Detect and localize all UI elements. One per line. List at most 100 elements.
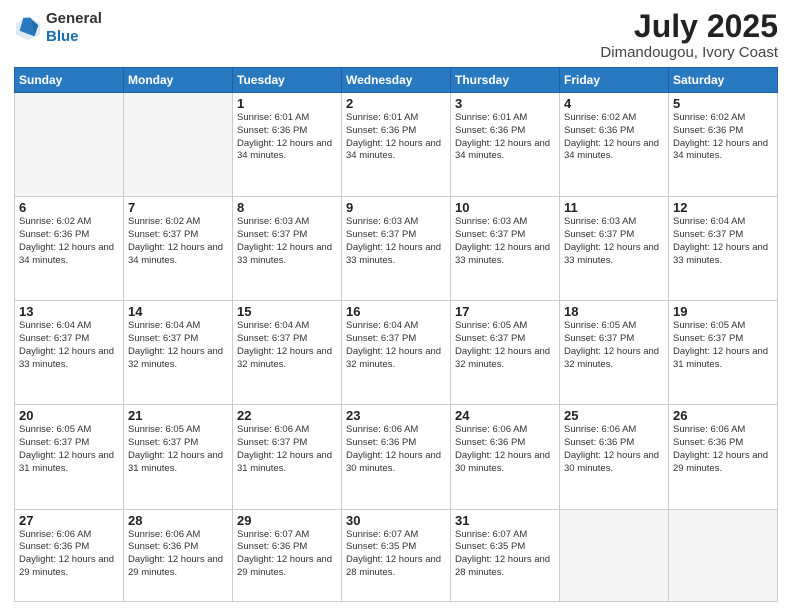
- day-info: Sunrise: 6:01 AMSunset: 6:36 PMDaylight:…: [237, 112, 337, 163]
- day-number: 19: [673, 304, 773, 319]
- logo-general-text: General: [46, 10, 102, 27]
- day-number: 10: [455, 200, 555, 215]
- calendar-cell: 29Sunrise: 6:07 AMSunset: 6:36 PMDayligh…: [233, 509, 342, 601]
- calendar-cell: 12Sunrise: 6:04 AMSunset: 6:37 PMDayligh…: [669, 197, 778, 301]
- calendar-cell: 14Sunrise: 6:04 AMSunset: 6:37 PMDayligh…: [124, 301, 233, 405]
- calendar-cell: 22Sunrise: 6:06 AMSunset: 6:37 PMDayligh…: [233, 405, 342, 509]
- calendar-header-saturday: Saturday: [669, 68, 778, 93]
- calendar-cell: 6Sunrise: 6:02 AMSunset: 6:36 PMDaylight…: [15, 197, 124, 301]
- day-info: Sunrise: 6:04 AMSunset: 6:37 PMDaylight:…: [19, 320, 119, 371]
- day-number: 6: [19, 200, 119, 215]
- day-number: 20: [19, 408, 119, 423]
- page: General Blue July 2025 Dimandougou, Ivor…: [0, 0, 792, 612]
- day-number: 4: [564, 96, 664, 111]
- day-info: Sunrise: 6:05 AMSunset: 6:37 PMDaylight:…: [19, 424, 119, 475]
- logo: General Blue: [14, 10, 102, 46]
- day-info: Sunrise: 6:03 AMSunset: 6:37 PMDaylight:…: [455, 216, 555, 267]
- calendar-cell: 7Sunrise: 6:02 AMSunset: 6:37 PMDaylight…: [124, 197, 233, 301]
- day-info: Sunrise: 6:03 AMSunset: 6:37 PMDaylight:…: [237, 216, 337, 267]
- day-number: 27: [19, 513, 119, 528]
- day-number: 14: [128, 304, 228, 319]
- calendar-header-monday: Monday: [124, 68, 233, 93]
- day-info: Sunrise: 6:02 AMSunset: 6:36 PMDaylight:…: [564, 112, 664, 163]
- calendar-cell: 2Sunrise: 6:01 AMSunset: 6:36 PMDaylight…: [342, 93, 451, 197]
- day-number: 15: [237, 304, 337, 319]
- calendar-cell: 9Sunrise: 6:03 AMSunset: 6:37 PMDaylight…: [342, 197, 451, 301]
- calendar-cell: 25Sunrise: 6:06 AMSunset: 6:36 PMDayligh…: [560, 405, 669, 509]
- calendar-cell: 21Sunrise: 6:05 AMSunset: 6:37 PMDayligh…: [124, 405, 233, 509]
- day-info: Sunrise: 6:05 AMSunset: 6:37 PMDaylight:…: [128, 424, 228, 475]
- day-number: 23: [346, 408, 446, 423]
- logo-icon: [14, 14, 42, 42]
- day-number: 16: [346, 304, 446, 319]
- calendar-cell: [15, 93, 124, 197]
- calendar-cell: 19Sunrise: 6:05 AMSunset: 6:37 PMDayligh…: [669, 301, 778, 405]
- calendar-week-row: 1Sunrise: 6:01 AMSunset: 6:36 PMDaylight…: [15, 93, 778, 197]
- day-info: Sunrise: 6:04 AMSunset: 6:37 PMDaylight:…: [237, 320, 337, 371]
- day-info: Sunrise: 6:05 AMSunset: 6:37 PMDaylight:…: [455, 320, 555, 371]
- calendar-cell: 31Sunrise: 6:07 AMSunset: 6:35 PMDayligh…: [451, 509, 560, 601]
- day-number: 1: [237, 96, 337, 111]
- day-info: Sunrise: 6:03 AMSunset: 6:37 PMDaylight:…: [564, 216, 664, 267]
- day-info: Sunrise: 6:04 AMSunset: 6:37 PMDaylight:…: [128, 320, 228, 371]
- day-info: Sunrise: 6:06 AMSunset: 6:36 PMDaylight:…: [346, 424, 446, 475]
- calendar-cell: 28Sunrise: 6:06 AMSunset: 6:36 PMDayligh…: [124, 509, 233, 601]
- calendar-week-row: 13Sunrise: 6:04 AMSunset: 6:37 PMDayligh…: [15, 301, 778, 405]
- title-block: July 2025 Dimandougou, Ivory Coast: [600, 10, 778, 61]
- day-number: 3: [455, 96, 555, 111]
- calendar-cell: 8Sunrise: 6:03 AMSunset: 6:37 PMDaylight…: [233, 197, 342, 301]
- calendar-cell: 27Sunrise: 6:06 AMSunset: 6:36 PMDayligh…: [15, 509, 124, 601]
- logo-text: General Blue: [46, 10, 102, 46]
- day-info: Sunrise: 6:06 AMSunset: 6:36 PMDaylight:…: [455, 424, 555, 475]
- day-info: Sunrise: 6:04 AMSunset: 6:37 PMDaylight:…: [346, 320, 446, 371]
- day-number: 2: [346, 96, 446, 111]
- month-title: July 2025: [600, 10, 778, 42]
- calendar-week-row: 20Sunrise: 6:05 AMSunset: 6:37 PMDayligh…: [15, 405, 778, 509]
- day-info: Sunrise: 6:02 AMSunset: 6:37 PMDaylight:…: [128, 216, 228, 267]
- calendar-cell: 3Sunrise: 6:01 AMSunset: 6:36 PMDaylight…: [451, 93, 560, 197]
- calendar-cell: 17Sunrise: 6:05 AMSunset: 6:37 PMDayligh…: [451, 301, 560, 405]
- calendar-header-row: SundayMondayTuesdayWednesdayThursdayFrid…: [15, 68, 778, 93]
- day-number: 7: [128, 200, 228, 215]
- calendar-header-sunday: Sunday: [15, 68, 124, 93]
- day-info: Sunrise: 6:02 AMSunset: 6:36 PMDaylight:…: [673, 112, 773, 163]
- day-info: Sunrise: 6:06 AMSunset: 6:36 PMDaylight:…: [673, 424, 773, 475]
- calendar-header-tuesday: Tuesday: [233, 68, 342, 93]
- calendar-cell: [124, 93, 233, 197]
- day-number: 12: [673, 200, 773, 215]
- location-title: Dimandougou, Ivory Coast: [600, 44, 778, 61]
- calendar-cell: 4Sunrise: 6:02 AMSunset: 6:36 PMDaylight…: [560, 93, 669, 197]
- day-number: 11: [564, 200, 664, 215]
- day-number: 24: [455, 408, 555, 423]
- day-number: 30: [346, 513, 446, 528]
- day-number: 22: [237, 408, 337, 423]
- day-number: 29: [237, 513, 337, 528]
- calendar-week-row: 27Sunrise: 6:06 AMSunset: 6:36 PMDayligh…: [15, 509, 778, 601]
- day-number: 8: [237, 200, 337, 215]
- logo-blue-text: Blue: [46, 28, 79, 45]
- day-number: 5: [673, 96, 773, 111]
- day-number: 9: [346, 200, 446, 215]
- day-number: 26: [673, 408, 773, 423]
- day-info: Sunrise: 6:05 AMSunset: 6:37 PMDaylight:…: [564, 320, 664, 371]
- calendar-cell: 30Sunrise: 6:07 AMSunset: 6:35 PMDayligh…: [342, 509, 451, 601]
- day-info: Sunrise: 6:05 AMSunset: 6:37 PMDaylight:…: [673, 320, 773, 371]
- day-number: 21: [128, 408, 228, 423]
- day-number: 17: [455, 304, 555, 319]
- day-number: 25: [564, 408, 664, 423]
- calendar-cell: 1Sunrise: 6:01 AMSunset: 6:36 PMDaylight…: [233, 93, 342, 197]
- day-info: Sunrise: 6:06 AMSunset: 6:36 PMDaylight:…: [19, 529, 119, 580]
- day-info: Sunrise: 6:04 AMSunset: 6:37 PMDaylight:…: [673, 216, 773, 267]
- day-info: Sunrise: 6:07 AMSunset: 6:36 PMDaylight:…: [237, 529, 337, 580]
- calendar-cell: 5Sunrise: 6:02 AMSunset: 6:36 PMDaylight…: [669, 93, 778, 197]
- day-info: Sunrise: 6:07 AMSunset: 6:35 PMDaylight:…: [346, 529, 446, 580]
- day-info: Sunrise: 6:01 AMSunset: 6:36 PMDaylight:…: [455, 112, 555, 163]
- calendar-header-thursday: Thursday: [451, 68, 560, 93]
- calendar-cell: [560, 509, 669, 601]
- calendar-header-wednesday: Wednesday: [342, 68, 451, 93]
- day-number: 28: [128, 513, 228, 528]
- day-number: 18: [564, 304, 664, 319]
- calendar-table: SundayMondayTuesdayWednesdayThursdayFrid…: [14, 67, 778, 602]
- day-info: Sunrise: 6:07 AMSunset: 6:35 PMDaylight:…: [455, 529, 555, 580]
- day-info: Sunrise: 6:06 AMSunset: 6:37 PMDaylight:…: [237, 424, 337, 475]
